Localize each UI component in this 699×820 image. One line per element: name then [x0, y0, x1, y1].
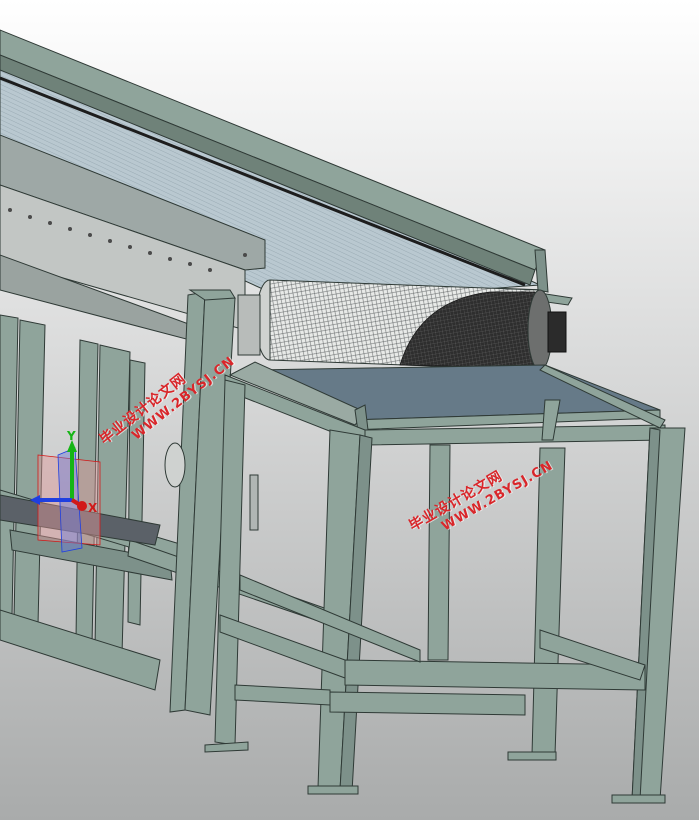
motor-housing [164, 442, 186, 488]
cad-3d-viewport[interactable]: Y X 毕业设计论文网 WWW.2BYSJ.CN 毕业设计论文网 WWW.2BY… [0, 0, 699, 820]
x-axis-label: X [88, 501, 98, 515]
roller-bearing [547, 311, 567, 353]
conveyor-assembly-model[interactable]: Y X [0, 0, 699, 820]
y-axis-label: Y [66, 429, 76, 443]
head-roller[interactable] [237, 279, 567, 371]
side-bracket [249, 474, 259, 531]
